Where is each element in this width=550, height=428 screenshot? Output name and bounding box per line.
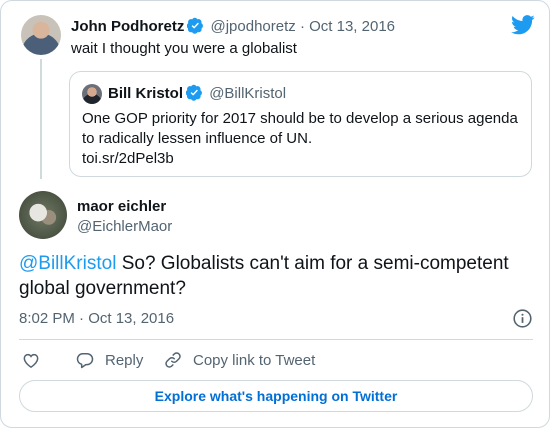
quoted-author-avatar — [82, 84, 102, 104]
parent-author-handle[interactable]: @jpodhoretz — [211, 18, 296, 35]
parent-tweet-date[interactable]: Oct 13, 2016 — [309, 18, 395, 35]
main-author-avatar[interactable] — [19, 191, 67, 239]
parent-tweet-text: wait I thought you were a globalist — [71, 40, 297, 57]
quoted-tweet[interactable]: Bill Kristol @BillKristol One GOP priori… — [69, 71, 532, 177]
tweet-timestamp[interactable]: 8:02 PM · Oct 13, 2016 — [19, 309, 174, 329]
twitter-bird-icon[interactable] — [511, 15, 535, 35]
quoted-author-name: Bill Kristol — [108, 85, 184, 102]
like-button[interactable] — [21, 349, 51, 371]
verified-badge-icon — [186, 84, 202, 101]
main-author-name[interactable]: maor eichler — [77, 197, 166, 217]
parent-separator: · — [299, 18, 305, 35]
tweet-card: John Podhoretz @jpodhoretz · Oct 13, 201… — [0, 0, 550, 428]
parent-author-name[interactable]: John Podhoretz — [71, 18, 184, 35]
explore-twitter-button[interactable]: Explore what's happening on Twitter — [19, 380, 533, 412]
copy-link-button[interactable]: Copy link to Tweet — [163, 349, 315, 371]
parent-tweet-header: John Podhoretz @jpodhoretz · Oct 13, 201… — [71, 17, 395, 37]
link-icon — [165, 352, 181, 368]
parent-author-avatar[interactable] — [21, 15, 61, 55]
action-divider — [19, 339, 533, 340]
reply-label: Reply — [105, 351, 144, 369]
quoted-tweet-body: One GOP priority for 2017 should be to d… — [82, 109, 527, 169]
verified-badge-icon — [187, 17, 204, 34]
thread-connector-line — [40, 59, 42, 179]
quoted-tweet-text: One GOP priority for 2017 should be to d… — [82, 110, 518, 147]
info-icon[interactable] — [512, 308, 533, 329]
quoted-tweet-link[interactable]: toi.sr/2dPel3b — [82, 149, 527, 169]
heart-icon — [23, 353, 39, 368]
quoted-tweet-header: Bill Kristol @BillKristol — [108, 84, 286, 104]
reply-icon — [76, 353, 94, 369]
main-author-handle[interactable]: @EichlerMaor — [77, 217, 172, 237]
quoted-author-handle: @BillKristol — [209, 85, 287, 102]
main-tweet-text: @BillKristol So? Globalists can't aim fo… — [19, 251, 534, 301]
reply-button[interactable]: Reply — [75, 349, 143, 371]
mention-link[interactable]: @BillKristol — [19, 253, 116, 274]
copy-link-label: Copy link to Tweet — [193, 351, 316, 369]
